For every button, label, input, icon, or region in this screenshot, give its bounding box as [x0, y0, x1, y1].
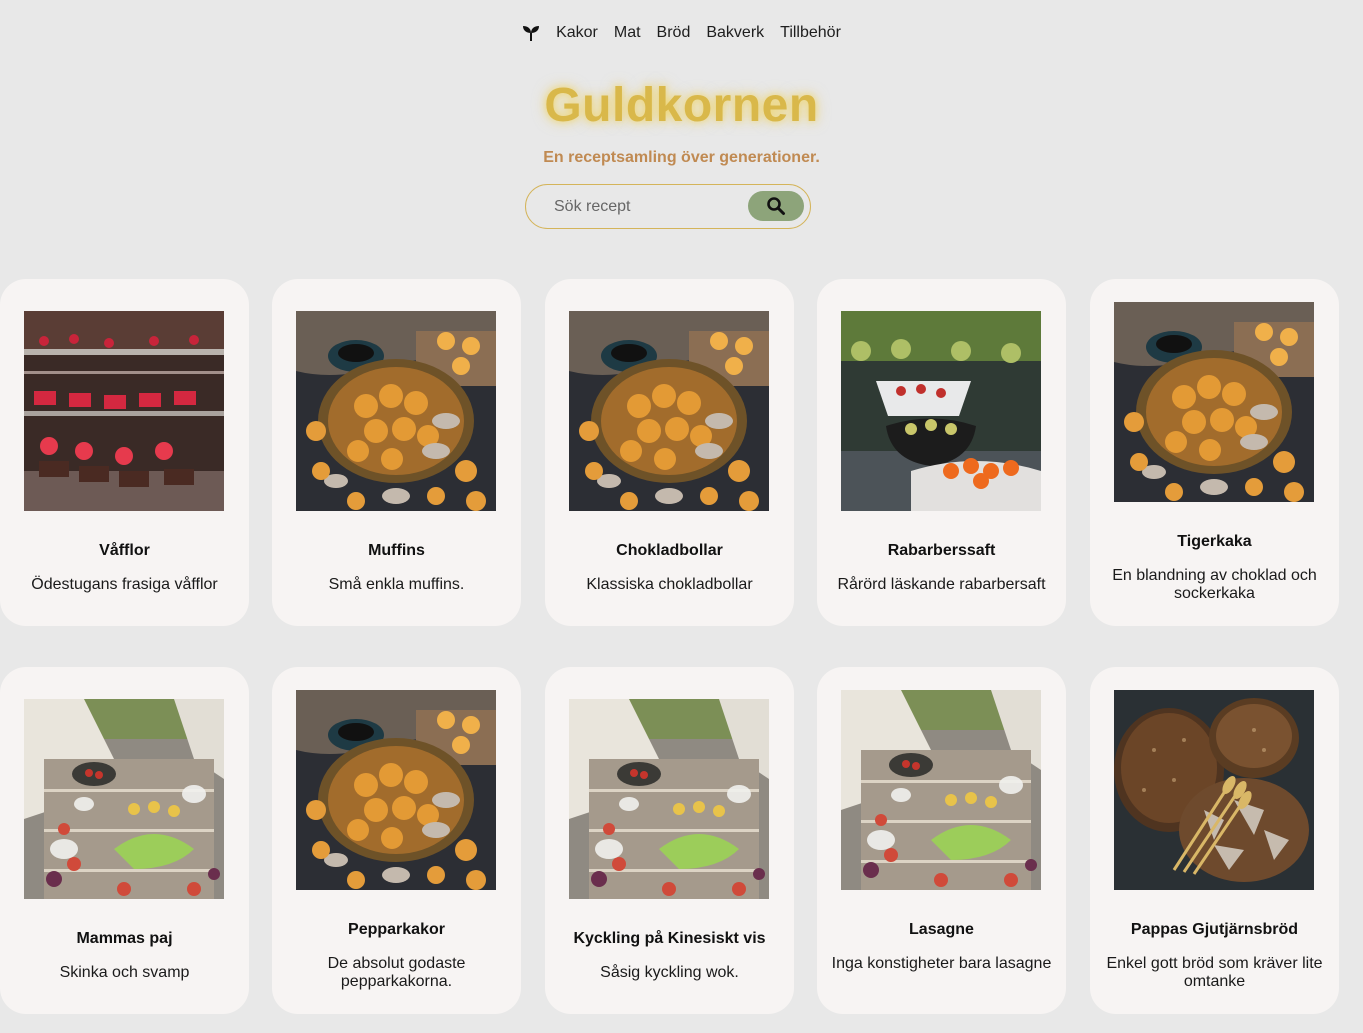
- recipe-description: Små enkla muffins.: [328, 576, 465, 593]
- recipe-name: Mammas paj: [76, 930, 173, 947]
- nav-item-bakverk[interactable]: Bakverk: [706, 24, 764, 42]
- main-nav: Kakor Mat Bröd Bakverk Tillbehör: [0, 24, 1363, 42]
- recipe-card-gjutjarnsbrod[interactable]: Pappas Gjutjärnsbröd Enkel gott bröd som…: [1090, 667, 1339, 1014]
- site-subtitle: En receptsamling över generationer.: [543, 149, 820, 166]
- recipe-image: [296, 690, 496, 890]
- search-bar: [525, 184, 811, 229]
- recipe-description: Inga konstigheter bara lasagne: [831, 955, 1052, 972]
- site-title: Guldkornen: [544, 79, 819, 132]
- recipe-image: [569, 699, 769, 899]
- recipe-name: Muffins: [368, 542, 425, 559]
- recipe-description: De absolut godaste pepparkakorna.: [327, 955, 466, 990]
- recipe-card-rabarberssaft[interactable]: Rabarberssaft Rårörd läskande rabarbersa…: [817, 279, 1066, 626]
- recipe-card-pepparkakor[interactable]: Pepparkakor De absolut godaste pepparkak…: [272, 667, 521, 1014]
- recipe-card-mammas-paj[interactable]: Mammas paj Skinka och svamp: [0, 667, 249, 1014]
- recipe-image: [841, 311, 1041, 511]
- nav-item-kakor[interactable]: Kakor: [556, 24, 598, 42]
- recipe-name: Våfflor: [99, 542, 150, 559]
- nav-item-tillbehor[interactable]: Tillbehör: [780, 24, 841, 42]
- search-input[interactable]: [552, 196, 746, 217]
- recipe-description: Såsig kyckling wok.: [600, 964, 739, 981]
- recipe-name: Tigerkaka: [1177, 533, 1252, 550]
- sprout-icon[interactable]: [522, 24, 540, 42]
- recipe-card-chokladbollar[interactable]: Chokladbollar Klassiska chokladbollar: [545, 279, 794, 626]
- recipe-card-lasagne[interactable]: Lasagne Inga konstigheter bara lasagne: [817, 667, 1066, 1014]
- recipe-image: [24, 311, 224, 511]
- recipe-description: Ödestugans frasiga våfflor: [31, 576, 218, 593]
- search-icon: [767, 197, 785, 215]
- recipe-description: Klassiska chokladbollar: [586, 576, 753, 593]
- recipe-name: Lasagne: [909, 921, 974, 938]
- recipe-description: Skinka och svamp: [59, 964, 190, 981]
- recipe-name: Chokladbollar: [616, 542, 723, 559]
- recipe-card-tigerkaka[interactable]: Tigerkaka En blandning av choklad och so…: [1090, 279, 1339, 626]
- recipe-card-vafflor[interactable]: Våfflor Ödestugans frasiga våfflor: [0, 279, 249, 626]
- recipe-image: [296, 311, 496, 511]
- nav-item-mat[interactable]: Mat: [614, 24, 641, 42]
- recipe-image: [24, 699, 224, 899]
- recipe-image: [1114, 302, 1314, 502]
- recipe-description: En blandning av choklad och sockerkaka: [1112, 567, 1317, 602]
- recipe-card-muffins[interactable]: Muffins Små enkla muffins.: [272, 279, 521, 626]
- search-button[interactable]: [748, 191, 804, 221]
- recipe-image: [569, 311, 769, 511]
- recipe-card-kyckling[interactable]: Kyckling på Kinesiskt vis Såsig kyckling…: [545, 667, 794, 1014]
- recipe-name: Pappas Gjutjärnsbröd: [1130, 921, 1299, 938]
- recipe-image: [841, 690, 1041, 890]
- recipe-image: [1114, 690, 1314, 890]
- recipe-description: Enkel gott bröd som kräver lite omtanke: [1106, 955, 1323, 990]
- recipe-name: Pepparkakor: [348, 921, 445, 938]
- nav-item-brod[interactable]: Bröd: [657, 24, 691, 42]
- recipe-name: Rabarberssaft: [887, 542, 996, 559]
- recipe-name: Kyckling på Kinesiskt vis: [573, 930, 766, 947]
- recipe-description: Rårörd läskande rabarbersaft: [837, 576, 1046, 593]
